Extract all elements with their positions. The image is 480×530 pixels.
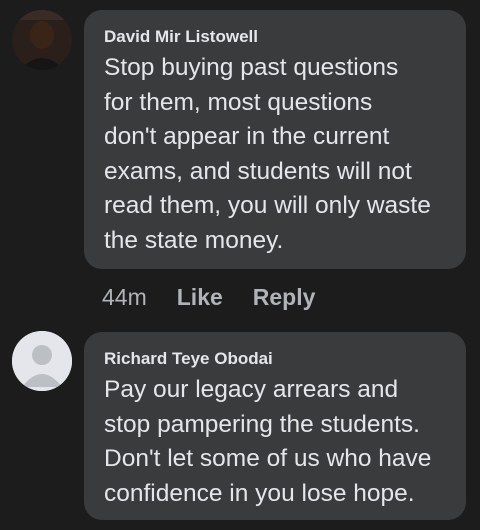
comment-bubble: Richard Teye Obodai Pay our legacy arrea…	[84, 332, 466, 520]
comment-author[interactable]: David Mir Listowell	[104, 27, 446, 47]
comment-bubble: David Mir Listowell Stop buying past que…	[84, 10, 466, 269]
comment-actions: 44m Like Reply	[102, 284, 345, 311]
profile-photo-icon	[12, 10, 72, 70]
reply-button[interactable]: Reply	[253, 284, 316, 311]
comment-timestamp[interactable]: 44m	[102, 284, 147, 311]
comment-author[interactable]: Richard Teye Obodai	[104, 349, 446, 369]
comment-text: Stop buying past questions for them, mos…	[104, 54, 431, 254]
comment-text: Pay our legacy arrears and stop pamperin…	[104, 376, 432, 507]
avatar[interactable]	[12, 331, 72, 391]
like-button[interactable]: Like	[177, 284, 223, 311]
default-avatar-icon	[12, 331, 72, 391]
avatar[interactable]	[12, 10, 72, 70]
